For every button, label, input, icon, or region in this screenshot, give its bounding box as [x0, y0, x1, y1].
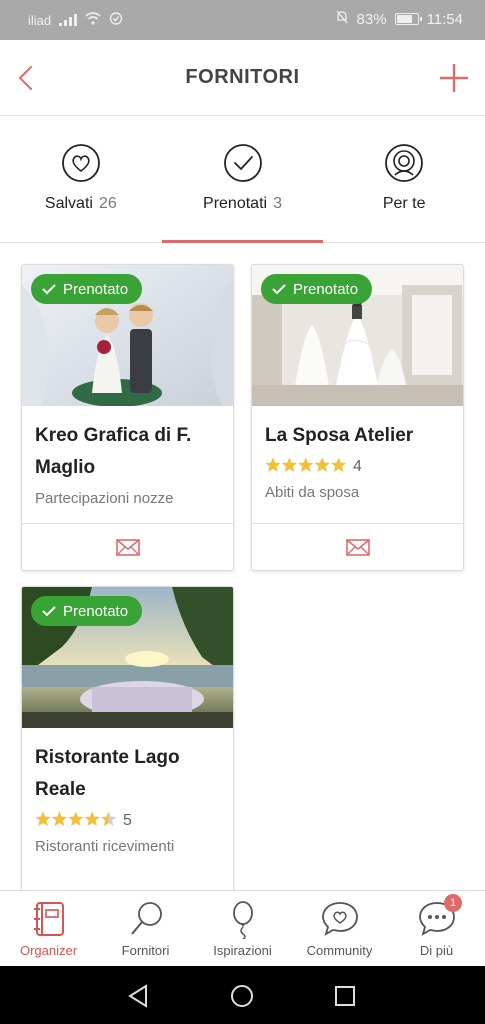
- balloon-icon: [223, 899, 263, 940]
- nav-ispirazioni[interactable]: Ispirazioni: [194, 891, 291, 966]
- tab-per-te[interactable]: Per te: [323, 117, 485, 242]
- star-icon: [314, 457, 330, 472]
- nav-label: Community: [306, 943, 373, 958]
- app-header: FORNITORI: [0, 40, 485, 116]
- star-icon: [101, 811, 117, 826]
- vendor-name: Ristorante Lago Reale: [35, 747, 180, 800]
- notification-icon: [109, 12, 123, 28]
- check-icon: [42, 284, 56, 295]
- badge-label: Prenotato: [63, 602, 129, 620]
- vendor-photo: Prenotato: [252, 265, 463, 406]
- rating: 4: [265, 456, 450, 478]
- vendor-photo: Prenotato: [22, 265, 233, 406]
- check-icon: [272, 284, 286, 295]
- vendor-photo: Prenotato: [22, 587, 233, 728]
- booked-badge: Prenotato: [31, 274, 143, 304]
- back-triangle-icon[interactable]: [124, 981, 154, 1011]
- rating: 5: [35, 810, 220, 832]
- mute-icon: [335, 10, 349, 28]
- vendor-category: Partecipazioni nozze: [35, 490, 174, 507]
- home-circle-icon[interactable]: [227, 981, 257, 1011]
- clock: 11:54: [426, 10, 463, 28]
- nav-di-piu[interactable]: 1 Di più: [388, 891, 485, 966]
- vendor-category: Ristoranti ricevimenti: [35, 838, 175, 855]
- bottom-navigation: Organizer Fornitori Ispirazioni Communit…: [0, 890, 485, 966]
- tab-label: Per te: [382, 195, 426, 212]
- mail-icon: [345, 538, 370, 556]
- system-navigation-bar: [0, 966, 485, 1024]
- nav-community[interactable]: Community: [291, 891, 388, 966]
- star-icon: [35, 811, 51, 826]
- vendor-name: La Sposa Atelier: [265, 425, 414, 446]
- contact-button[interactable]: [252, 523, 463, 570]
- tab-prenotati[interactable]: Prenotati 3: [161, 117, 324, 243]
- vendor-name: Kreo Grafica di F. Maglio: [35, 425, 192, 478]
- check-icon: [42, 606, 56, 617]
- tab-bar: Salvati 26 Prenotati 3 Per te: [0, 117, 485, 243]
- check-circle-icon: [223, 143, 263, 183]
- vendor-category: Abiti da sposa: [265, 484, 360, 501]
- badge-label: Prenotato: [293, 280, 359, 298]
- nav-label: Fornitori: [121, 943, 170, 958]
- booked-badge: Prenotato: [31, 596, 143, 626]
- tab-label: Prenotati: [203, 195, 268, 212]
- carrier-name: iliad: [28, 12, 52, 28]
- recents-square-icon[interactable]: [330, 981, 360, 1011]
- status-bar: iliad 83% 11:54: [0, 0, 485, 40]
- vendor-card[interactable]: Prenotato Kreo Grafica di F. Maglio Part…: [21, 264, 234, 571]
- nav-label: Di più: [419, 943, 454, 958]
- notebook-icon: [29, 899, 69, 939]
- star-icon: [265, 457, 281, 472]
- battery-percent: 83%: [356, 10, 387, 28]
- star-rating-icon: [35, 811, 117, 832]
- vendor-card[interactable]: Prenotato Ristorante Lago Reale 5 Ristor…: [21, 586, 234, 906]
- tab-label: Salvati: [44, 195, 93, 212]
- rating-value: 4: [353, 458, 362, 475]
- booked-badge: Prenotato: [261, 274, 373, 304]
- vendor-card[interactable]: Prenotato La Sposa Atelier 4 Abiti da sp…: [251, 264, 464, 571]
- star-icon: [51, 811, 67, 826]
- heart-icon: [61, 143, 101, 183]
- page-title: FORNITORI: [185, 66, 300, 88]
- star-icon: [331, 457, 347, 472]
- nav-label: Organizer: [19, 943, 78, 958]
- add-button[interactable]: [437, 60, 471, 96]
- nav-fornitori[interactable]: Fornitori: [97, 891, 194, 966]
- tab-count: 3: [273, 195, 282, 212]
- nav-label: Ispirazioni: [213, 943, 272, 958]
- tab-count: 26: [98, 195, 117, 212]
- search-icon: [126, 899, 166, 939]
- battery-icon: [394, 13, 422, 25]
- target-icon: [384, 143, 424, 183]
- star-rating-icon: [265, 457, 347, 478]
- badge-label: Prenotato: [63, 280, 129, 298]
- nav-organizer[interactable]: Organizer: [0, 891, 97, 966]
- star-icon: [281, 457, 297, 472]
- tab-salvati[interactable]: Salvati 26: [0, 117, 162, 242]
- contact-button[interactable]: [22, 523, 233, 570]
- star-icon: [84, 811, 100, 826]
- rating-value: 5: [123, 812, 132, 829]
- wifi-icon: [85, 12, 101, 28]
- signal-icon: [59, 14, 78, 26]
- star-icon: [298, 457, 314, 472]
- mail-icon: [115, 538, 140, 556]
- star-icon: [68, 811, 84, 826]
- notification-badge: 1: [444, 894, 462, 912]
- chat-heart-icon: [320, 899, 360, 939]
